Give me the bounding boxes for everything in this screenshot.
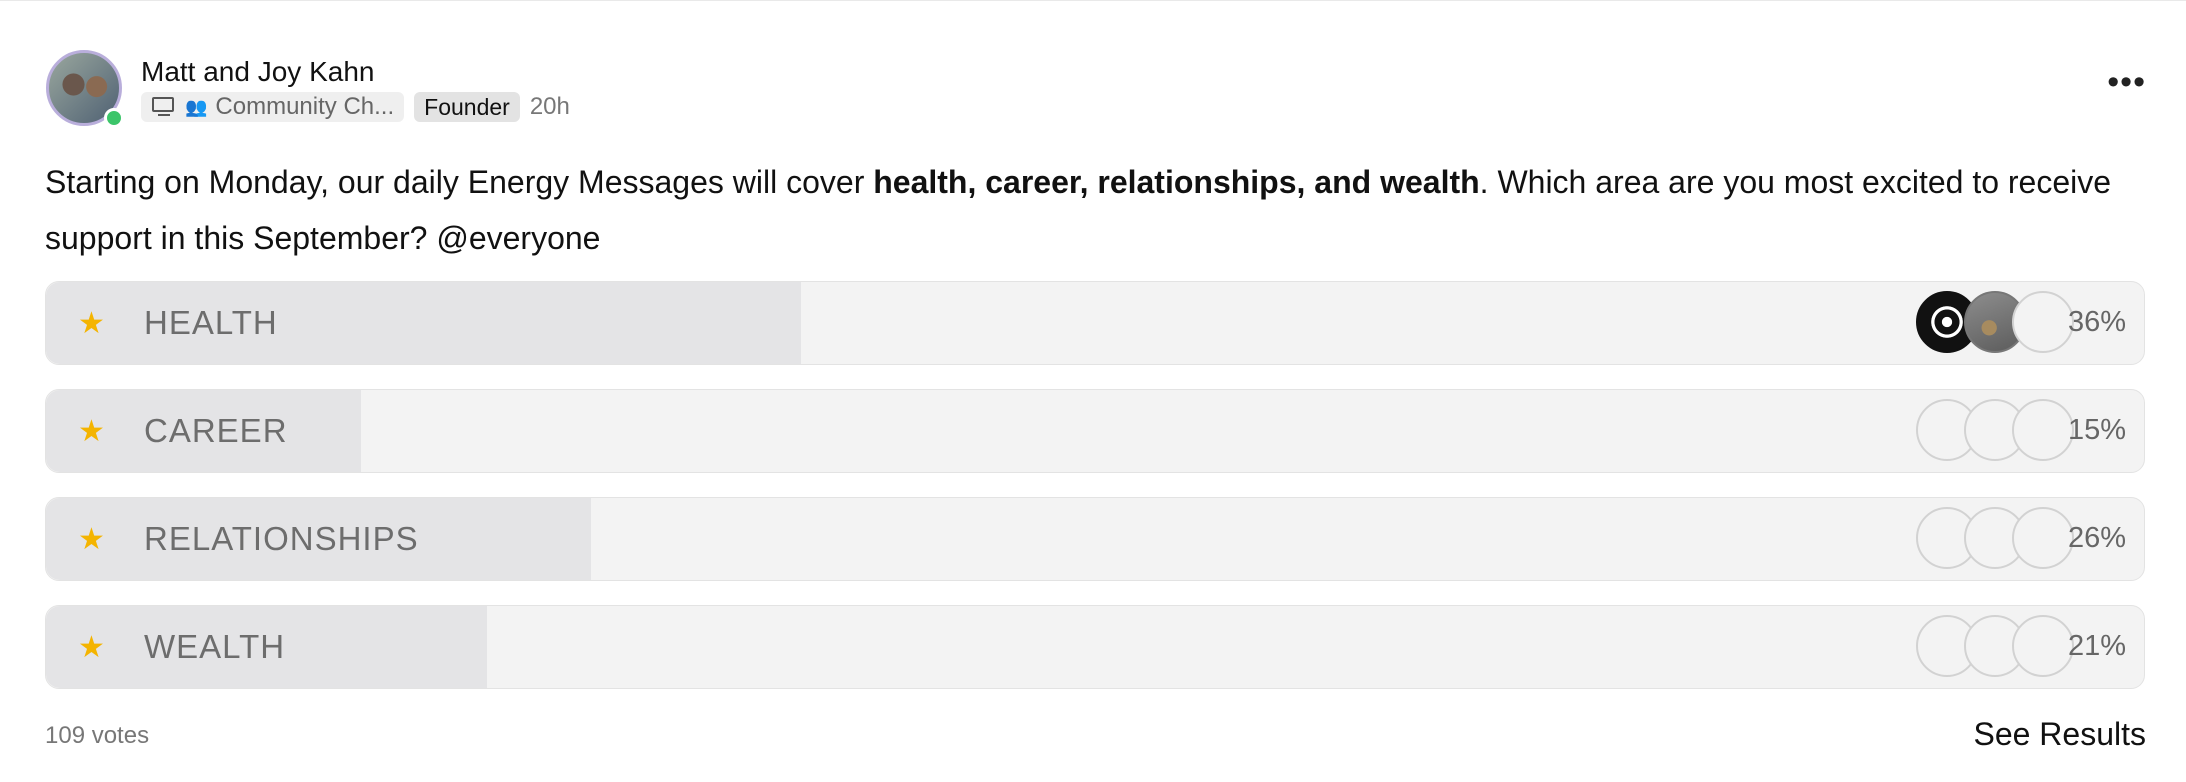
- poll-option-label: HEALTH: [144, 304, 278, 341]
- post-body: Starting on Monday, our daily Energy Mes…: [45, 154, 2155, 266]
- poll-option-label: RELATIONSHIPS: [144, 520, 419, 557]
- star-icon: ★: [78, 523, 105, 556]
- poll-option-label: CAREER: [144, 412, 288, 449]
- voter-avatars: [1916, 291, 2074, 355]
- voter-avatars: [1916, 507, 2074, 571]
- poll-option-percent: 26%: [2067, 522, 2126, 554]
- star-icon: ★: [78, 415, 105, 448]
- voter-avatars: [1916, 399, 2074, 463]
- star-icon: ★: [78, 307, 105, 340]
- body-text-bold: health, career, relationships, and wealt…: [873, 164, 1480, 200]
- role-badge: Founder: [414, 92, 520, 122]
- voter-avatar: [2012, 291, 2074, 353]
- see-results-button[interactable]: See Results: [1973, 716, 2146, 753]
- poll-option-relationships[interactable]: ★ RELATIONSHIPS 26%: [45, 497, 2145, 581]
- voter-avatar: [2012, 507, 2074, 569]
- post-time[interactable]: 20h: [530, 93, 570, 121]
- poll-post: Matt and Joy Kahn 👥 Community Ch... Foun…: [0, 0, 2186, 782]
- star-icon: ★: [78, 631, 105, 664]
- poll-option-wealth[interactable]: ★ WEALTH 21%: [45, 605, 2145, 689]
- post-meta: 👥 Community Ch... Founder 20h: [141, 92, 570, 122]
- poll-option-label: WEALTH: [144, 628, 286, 665]
- poll-option-percent: 21%: [2067, 630, 2126, 662]
- poll-option-percent: 15%: [2067, 414, 2126, 446]
- vote-count: 109 votes: [45, 722, 150, 749]
- voter-avatar: [2012, 399, 2074, 461]
- voter-avatars: [1916, 615, 2074, 679]
- poll-option-health[interactable]: ★ HEALTH 36%: [45, 281, 2145, 365]
- poll: ★ HEALTH 36% ★ CAREER 15% ★ RELATIONSHIP: [45, 281, 2145, 713]
- channel-name: Community Ch...: [215, 93, 395, 120]
- poll-option-percent: 36%: [2067, 306, 2126, 338]
- channel-chip[interactable]: 👥 Community Ch...: [141, 92, 405, 122]
- people-icon: 👥: [185, 96, 208, 117]
- more-icon[interactable]: •••: [2107, 65, 2146, 99]
- voter-avatar: [2012, 615, 2074, 677]
- monitor-icon: [151, 97, 177, 117]
- body-text-start: Starting on Monday, our daily Energy Mes…: [45, 164, 874, 200]
- divider: [0, 0, 2186, 1]
- online-status-icon: [104, 108, 124, 128]
- poll-option-career[interactable]: ★ CAREER 15%: [45, 389, 2145, 473]
- author-name[interactable]: Matt and Joy Kahn: [141, 56, 374, 88]
